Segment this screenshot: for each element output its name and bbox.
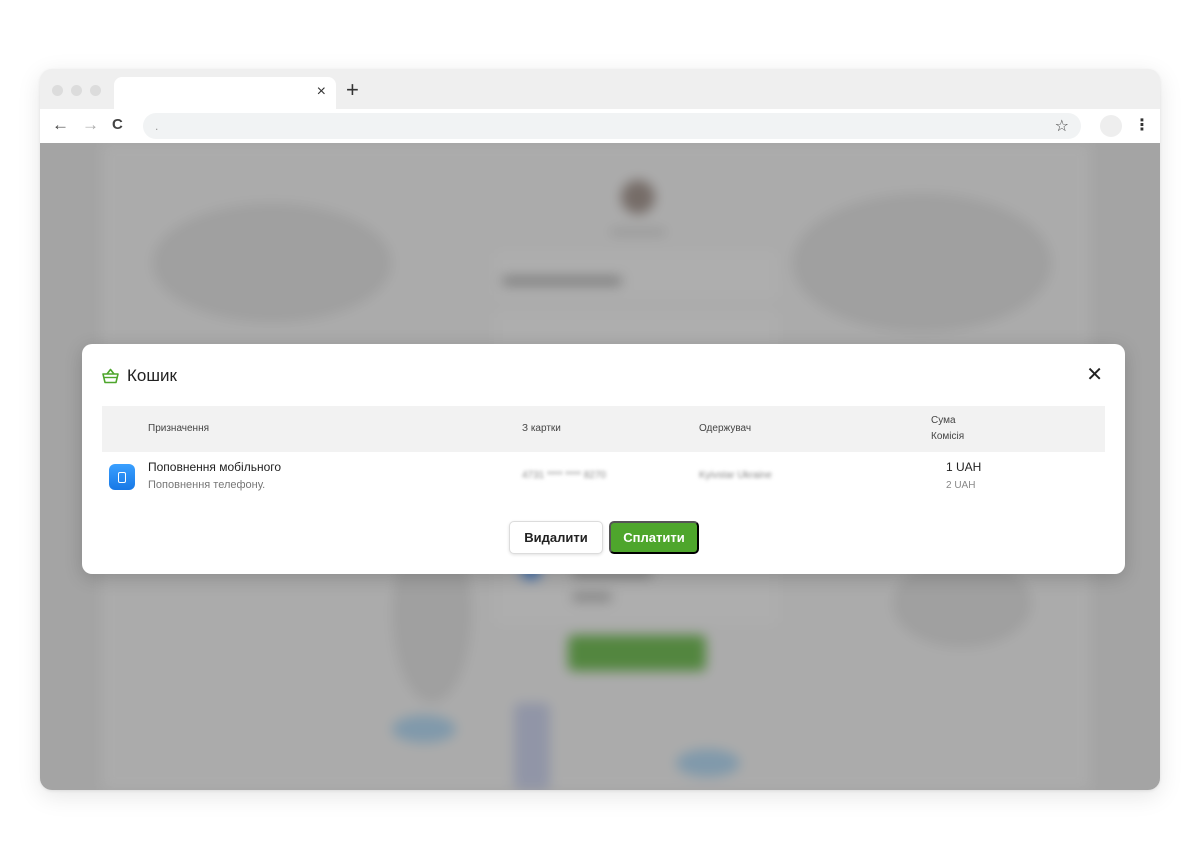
column-sum: Сума (931, 415, 956, 426)
window-close-dot[interactable] (52, 85, 63, 96)
new-tab-button[interactable]: + (346, 79, 359, 101)
row-title: Поповнення мобільного (148, 460, 282, 474)
row-subtitle: Поповнення телефону. (148, 479, 266, 491)
basket-icon (102, 368, 119, 384)
window-minimize-dot[interactable] (71, 85, 82, 96)
row-card-number: 4731 **** **** 8270 (522, 470, 606, 481)
cart-modal: Кошик ✕ Призначення З картки Одержувач С… (82, 344, 1125, 574)
back-arrow-icon[interactable]: ← (52, 115, 69, 135)
row-amount: 1 UAH (946, 460, 982, 474)
browser-tab[interactable]: × (114, 77, 336, 110)
phone-icon (109, 464, 135, 490)
reload-icon[interactable]: C (112, 115, 123, 135)
browser-toolbar: ← → C . ☆ ⋮ (40, 109, 1160, 143)
forward-arrow-icon[interactable]: → (82, 115, 99, 135)
close-icon[interactable]: ✕ (1086, 364, 1103, 386)
row-fee: 2 UAH (946, 480, 976, 491)
column-from-card: З картки (522, 423, 561, 434)
pay-button[interactable]: Сплатити (609, 521, 699, 554)
address-text: . (155, 119, 159, 133)
row-recipient: Kyivstar Ukraine (699, 470, 772, 481)
browser-menu-icon[interactable]: ⋮ (1134, 115, 1150, 135)
modal-header: Кошик (102, 364, 177, 388)
table-row[interactable]: Поповнення мобільного Поповнення телефон… (102, 452, 1105, 502)
bookmark-star-icon[interactable]: ☆ (1055, 116, 1069, 136)
column-recipient: Одержувач (699, 423, 752, 434)
tab-strip: × + (40, 69, 1160, 110)
delete-button[interactable]: Видалити (509, 521, 603, 554)
address-bar[interactable]: . ☆ (143, 113, 1081, 139)
table-header: Призначення З картки Одержувач Сума Комі… (102, 406, 1105, 452)
column-purpose: Призначення (148, 423, 210, 434)
modal-title: Кошик (127, 366, 177, 385)
column-fee: Комісія (931, 431, 965, 442)
tab-close-icon[interactable]: × (317, 83, 326, 101)
profile-avatar[interactable] (1100, 115, 1122, 137)
window-zoom-dot[interactable] (90, 85, 101, 96)
